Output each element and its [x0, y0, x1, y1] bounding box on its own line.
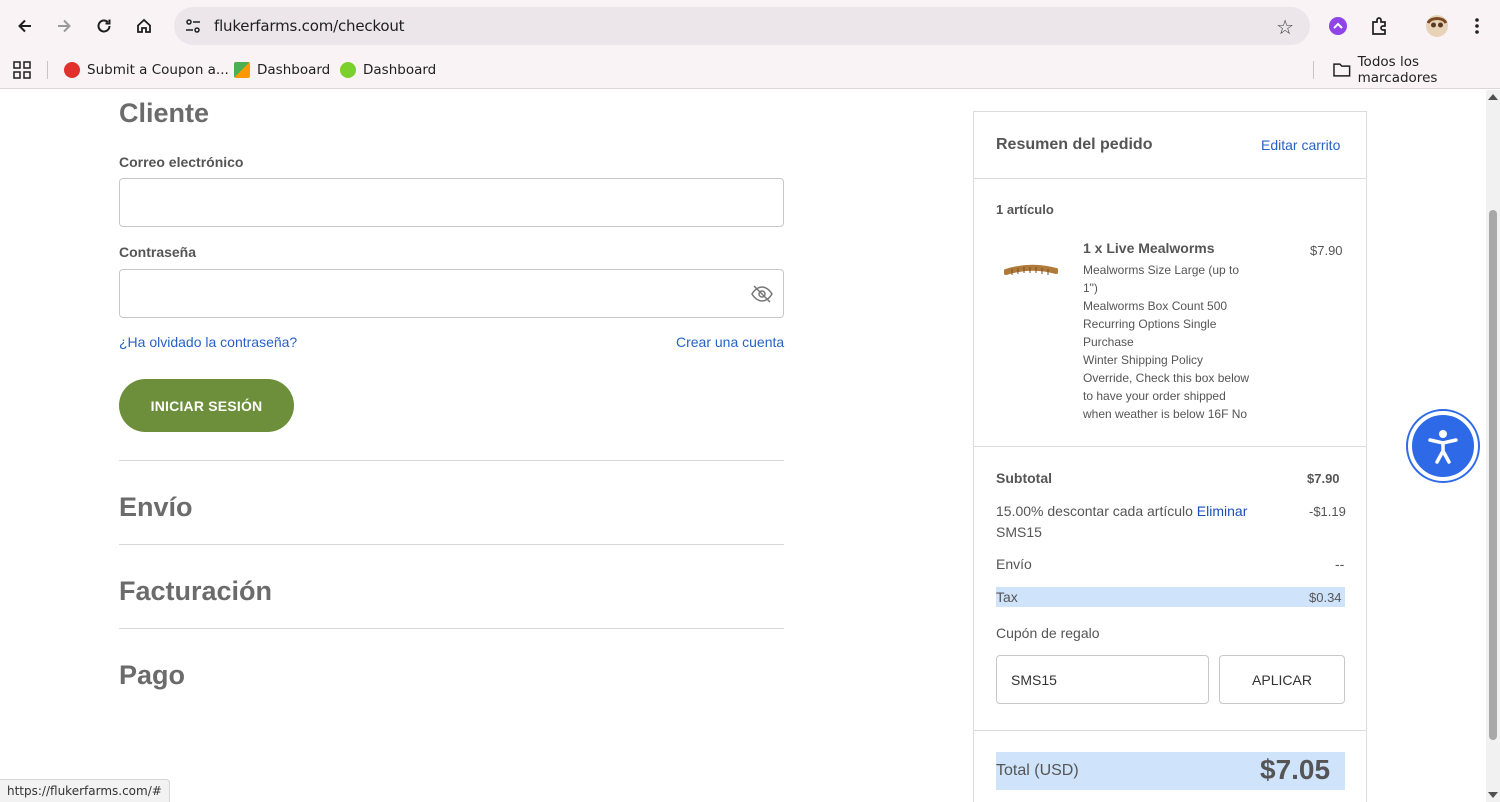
item-detail: Mealworms Box Count 500 [1083, 299, 1228, 313]
item-detail: Purchase [1083, 335, 1134, 349]
more-vert-icon [1475, 18, 1479, 34]
coupon-input[interactable]: SMS15 [996, 655, 1209, 704]
item-detail: 1") [1083, 281, 1098, 295]
item-detail: Winter Shipping Policy [1083, 353, 1204, 367]
payment-heading[interactable]: Pago [119, 660, 185, 691]
discount-text: 15.00% descontar cada artículo [996, 503, 1193, 519]
bookmark-dashboard-1[interactable]: Dashboard [234, 58, 330, 82]
summary-divider [974, 730, 1366, 731]
home-icon [137, 18, 151, 33]
profile-avatar[interactable] [1423, 12, 1451, 40]
checkout-page: Cliente Correo electrónico Contraseña ¿H… [0, 90, 1486, 802]
bookmark-label: Submit a Coupon a... [87, 62, 229, 78]
arrow-right-icon [58, 19, 71, 33]
bookmark-dashboard-2[interactable]: Dashboard [340, 58, 436, 82]
dashboard-puzzle-icon [234, 62, 250, 78]
coupon-value: SMS15 [1011, 672, 1057, 688]
item-name: 1 x Live Mealworms [1083, 240, 1215, 256]
address-bar[interactable]: flukerfarms.com/checkout ☆ [174, 7, 1310, 45]
avatar-icon [1426, 15, 1448, 37]
apps-grid-icon [13, 61, 31, 79]
dashboard-green-icon [340, 62, 356, 78]
browser-menu-button[interactable] [1463, 12, 1491, 40]
item-detail: to have your order shipped [1083, 389, 1226, 403]
discount-code: SMS15 [996, 524, 1042, 540]
total-value: $7.05 [1260, 754, 1331, 785]
extension-purple-icon [1329, 17, 1347, 35]
bookmark-submit-coupon[interactable]: Submit a Coupon a... [64, 58, 229, 82]
forward-button[interactable] [50, 12, 78, 40]
scroll-down-icon[interactable] [1488, 792, 1498, 798]
scrollbar-thumb[interactable] [1489, 210, 1497, 740]
subtotal-label: Subtotal [996, 470, 1052, 486]
tax-value: $0.34 [1309, 590, 1342, 605]
summary-title: Resumen del pedido [996, 136, 1153, 153]
item-detail: Recurring Options Single [1083, 317, 1217, 331]
login-button[interactable]: INICIAR SESIÓN [119, 379, 294, 432]
bookmark-label: Dashboard [363, 62, 437, 78]
apps-button[interactable] [13, 58, 31, 82]
billing-heading[interactable]: Facturación [119, 576, 272, 607]
customer-heading: Cliente [119, 98, 210, 128]
shipping-label: Envío [996, 556, 1032, 572]
eye-off-icon[interactable] [751, 285, 773, 303]
accessibility-button[interactable] [1408, 411, 1478, 481]
all-bookmarks-label: Todos los marcadores [1357, 54, 1438, 86]
back-button[interactable] [11, 12, 39, 40]
tax-highlight [996, 587, 1345, 607]
bookmark-divider [1313, 61, 1314, 79]
summary-divider [974, 446, 1366, 447]
password-field[interactable] [119, 269, 784, 318]
folder-icon [1333, 63, 1351, 77]
mealworm-image [1004, 264, 1058, 275]
discount-label: 15.00% descontar cada artículo Eliminar [996, 503, 1247, 519]
item-price: $7.90 [1310, 243, 1343, 258]
order-summary: Resumen del pedido Editar carrito 1 artí… [973, 111, 1367, 802]
item-detail: Mealworms Size Large (up to [1083, 263, 1240, 277]
section-divider [119, 460, 784, 461]
all-bookmarks-button[interactable]: Todos los marcadores [1333, 54, 1500, 86]
site-settings-icon[interactable] [184, 17, 202, 40]
item-detail: Override, Check this box below [1083, 371, 1250, 385]
summary-divider [974, 178, 1366, 179]
create-account-link[interactable]: Crear una cuenta [676, 334, 784, 350]
password-label: Contraseña [119, 244, 197, 260]
extension-button[interactable] [1324, 12, 1352, 40]
page-scrollbar[interactable] [1486, 90, 1500, 802]
bookmark-divider [47, 61, 48, 79]
email-label: Correo electrónico [119, 154, 244, 170]
item-detail: when weather is below 16F No [1083, 407, 1248, 421]
forgot-password-link[interactable]: ¿Ha olvidado la contraseña? [119, 334, 297, 350]
tax-label: Tax [996, 589, 1018, 605]
shipping-heading[interactable]: Envío [119, 492, 193, 523]
bookmarks-bar: Submit a Coupon a... Dashboard Dashboard… [0, 52, 1500, 89]
section-divider [119, 628, 784, 629]
reload-button[interactable] [90, 12, 118, 40]
accessibility-icon [1428, 430, 1458, 464]
apply-coupon-button[interactable]: APLICAR [1219, 655, 1345, 704]
extensions-menu-button[interactable] [1365, 12, 1393, 40]
scroll-up-icon[interactable] [1488, 94, 1498, 100]
bookmark-label: Dashboard [257, 62, 331, 78]
total-label: Total (USD) [996, 762, 1079, 779]
item-count: 1 artículo [996, 202, 1054, 217]
section-divider [119, 544, 784, 545]
puzzle-icon [1372, 17, 1386, 35]
shipping-value: -- [1335, 556, 1345, 572]
remove-discount-link[interactable]: Eliminar [1197, 503, 1248, 519]
browser-toolbar: flukerfarms.com/checkout ☆ [0, 0, 1500, 52]
edit-cart-link[interactable]: Editar carrito [1261, 137, 1340, 153]
discount-value: -$1.19 [1309, 504, 1346, 519]
gift-coupon-label: Cupón de regalo [996, 625, 1100, 641]
link-status-bar: https://flukerfarms.com/# [0, 779, 170, 802]
url-text[interactable]: flukerfarms.com/checkout [214, 17, 405, 35]
subtotal-value: $7.90 [1307, 471, 1340, 486]
home-button[interactable] [130, 12, 158, 40]
reload-icon [97, 19, 111, 33]
email-field[interactable] [119, 178, 784, 227]
arrow-left-icon [18, 19, 31, 33]
bookmark-star-icon[interactable]: ☆ [1276, 15, 1294, 40]
coupon-site-icon [64, 62, 80, 78]
